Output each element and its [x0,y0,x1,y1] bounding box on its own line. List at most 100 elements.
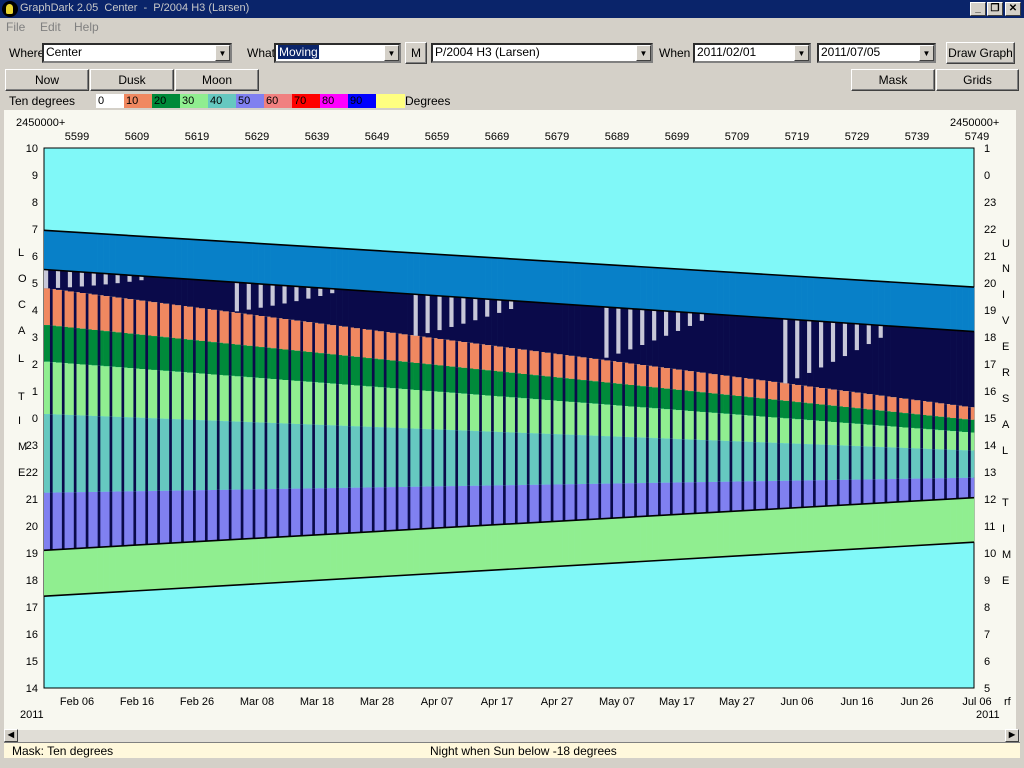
twilight-bar [377,250,385,292]
twilight-bar [252,243,259,284]
restore-button[interactable]: ❐ [987,2,1003,16]
ut-tick: 19 [984,305,996,317]
where-select[interactable]: Center ▼ [42,43,232,63]
twilight-bar [568,262,575,305]
evening-band [634,516,641,562]
altitude-band [568,484,575,521]
night-stripe [371,427,375,488]
night-bar [914,327,921,401]
twilight-bar [699,270,707,314]
menu-edit[interactable]: Edit [40,20,61,34]
moon-streak [413,294,418,336]
chevron-down-icon[interactable]: ▼ [794,45,809,61]
chevron-down-icon[interactable]: ▼ [215,45,230,61]
evening-band [121,545,128,592]
night-stripe [395,428,399,487]
now-button[interactable]: Now [5,69,89,91]
menu-help[interactable]: Help [74,20,99,34]
altitude-band [759,380,766,399]
moon-button[interactable]: Moon [175,69,259,91]
night-stripe [371,358,375,387]
night-bar [354,290,361,329]
altitude-band [234,312,242,345]
visibility-chart: 2450000+ 2450000+5599 5609 5619 5629 5639 5649… [16,117,1012,721]
night-stripe [550,434,554,485]
altitude-band [258,489,265,539]
twilight-bar [365,250,373,292]
altitude-band [222,311,230,344]
local-time-letter: I [18,415,21,427]
altitude-band [926,429,933,449]
night-stripe [741,396,745,416]
date-tick-label: Jun 16 [840,696,873,708]
what-select[interactable]: Moving ▼ [274,43,401,63]
chevron-down-icon[interactable]: ▼ [919,45,934,61]
night-stripe [228,375,232,422]
night-bar [121,274,128,299]
night-stripe [49,325,53,363]
start-date-select[interactable]: 2011/02/01 ▼ [693,43,811,63]
evening-band [294,536,301,582]
horizontal-scrollbar[interactable]: ◀ ▶ [4,729,1020,742]
night-stripe [157,336,160,371]
chevron-down-icon[interactable]: ▼ [384,45,399,61]
altitude-band [103,331,110,367]
night-stripe [705,412,709,441]
local-time-letter: A [18,325,26,337]
twilight-bar [729,272,736,316]
draw-graph-button[interactable]: Draw Graph [946,42,1015,64]
twilight-bar [127,235,134,276]
altitude-band [675,369,683,390]
altitude-band [79,292,87,329]
local-time-letter: M [18,441,27,453]
moon-streak [103,273,108,285]
object-select[interactable]: P/2004 H3 (Larsen) ▼ [431,43,653,63]
local-time-tick: 16 [26,629,38,641]
night-stripe [896,478,900,502]
mask-button[interactable]: Mask [851,69,935,91]
m-button[interactable]: M [405,42,427,64]
menu-file[interactable]: File [6,20,25,34]
night-stripe [622,436,625,484]
evening-band [413,529,420,575]
night-bar [491,299,498,346]
altitude-band [628,483,635,518]
altitude-band [461,367,468,394]
date-tick-label: May 17 [659,696,695,708]
altitude-band [592,358,599,382]
altitude-band [711,412,718,441]
night-stripe [97,295,101,331]
close-button[interactable]: ✕ [1005,2,1021,16]
end-date-select[interactable]: 2011/07/05 ▼ [817,43,936,63]
night-stripe [693,371,697,392]
universal-time-letter: V [1002,315,1010,327]
evening-band [461,526,468,572]
altitude-band [377,331,385,360]
altitude-band [664,438,671,483]
altitude-band [115,297,122,333]
night-stripe [383,359,387,388]
twilight-bar [652,267,659,311]
night-stripe [157,418,160,491]
dusk-button[interactable]: Dusk [90,69,174,91]
altitude-band [401,428,408,487]
scroll-left-button[interactable]: ◀ [4,729,18,742]
twilight-bar [807,277,814,321]
night-bar [288,285,295,320]
twilight-bar [413,253,420,295]
grids-button[interactable]: Grids [936,69,1019,91]
evening-band [854,504,862,549]
altitude-band [103,366,110,417]
chevron-down-icon[interactable]: ▼ [636,45,651,61]
night-stripe [514,373,518,398]
altitude-band [675,389,683,411]
altitude-band [807,386,814,404]
ut-tick: 22 [984,224,996,236]
minimize-button[interactable]: _ [970,2,986,16]
evening-band [860,503,867,549]
altitude-band [544,376,552,401]
scroll-right-button[interactable]: ▶ [1005,729,1019,742]
night-stripe [872,446,876,480]
altitude-band [175,305,182,339]
graph-panel: 2450000+ 2450000+ 5599 5609 5619 5629 5639 5649… [4,110,1016,730]
